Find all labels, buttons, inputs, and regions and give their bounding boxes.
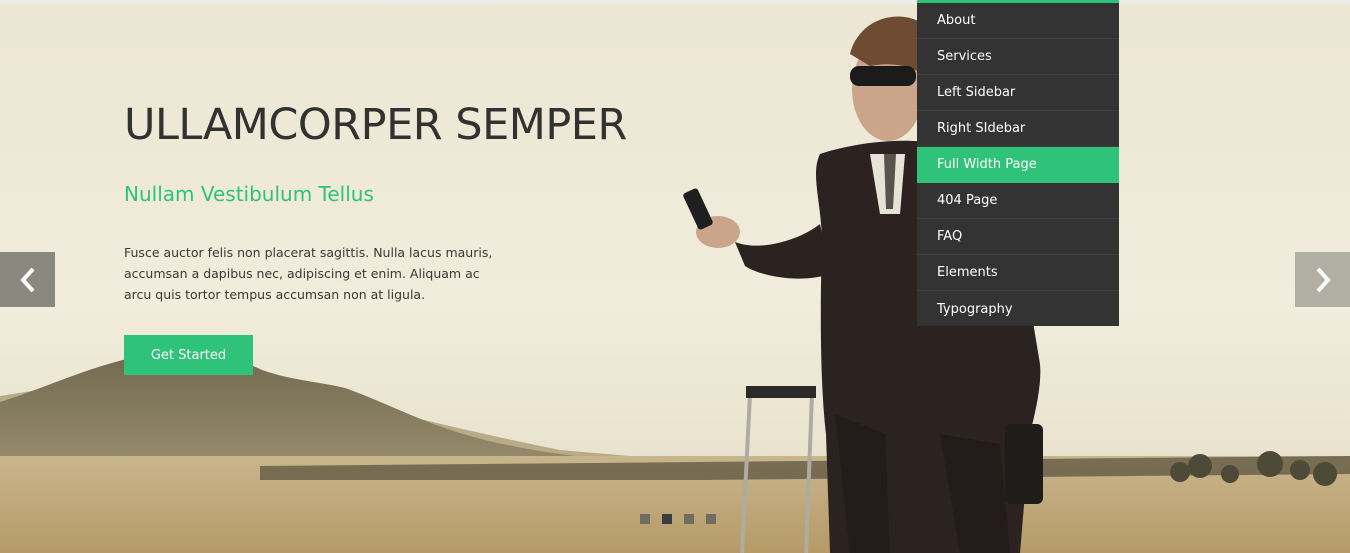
menu-item-services[interactable]: Services [917,39,1119,75]
pages-dropdown-menu: About Services Left Sidebar Right SIdeba… [917,0,1119,326]
menu-item-faq[interactable]: FAQ [917,219,1119,255]
slide-title: ULLAMCORPER SEMPER [124,100,627,150]
menu-item-label: About [937,13,976,28]
slider-pagination [640,514,716,524]
menu-item-right-sidebar[interactable]: Right SIdebar [917,111,1119,147]
slider-prev-button[interactable] [0,252,55,307]
menu-item-left-sidebar[interactable]: Left Sidebar [917,75,1119,111]
hero-slider: ULLAMCORPER SEMPER Nullam Vestibulum Tel… [0,4,1350,553]
menu-item-label: FAQ [937,229,963,244]
slider-dot-1[interactable] [640,514,650,524]
slide-description: Fusce auctor felis non placerat sagittis… [124,245,493,302]
chevron-left-icon [19,267,34,292]
slider-dot-4[interactable] [706,514,716,524]
menu-item-404-page[interactable]: 404 Page [917,183,1119,219]
menu-item-label: Full Width Page [937,157,1037,172]
menu-item-label: Left Sidebar [937,85,1016,100]
menu-item-typography[interactable]: Typography [917,291,1119,327]
menu-item-label: Typography [937,301,1013,317]
slider-dot-3[interactable] [684,514,694,524]
slider-dot-2[interactable] [662,514,672,524]
menu-item-label: Right SIdebar [937,121,1026,136]
menu-item-elements[interactable]: Elements [917,255,1119,291]
get-started-button[interactable]: Get Started [124,335,253,375]
slider-next-button[interactable] [1295,252,1350,307]
menu-item-label: Elements [937,265,998,280]
menu-item-label: Services [937,49,992,64]
chevron-right-icon [1316,267,1331,292]
menu-item-label: 404 Page [937,193,998,208]
menu-item-full-width-page[interactable]: Full Width Page [917,147,1119,183]
menu-item-about[interactable]: About [917,3,1119,39]
slide-subtitle: Nullam Vestibulum Tellus [124,182,374,206]
